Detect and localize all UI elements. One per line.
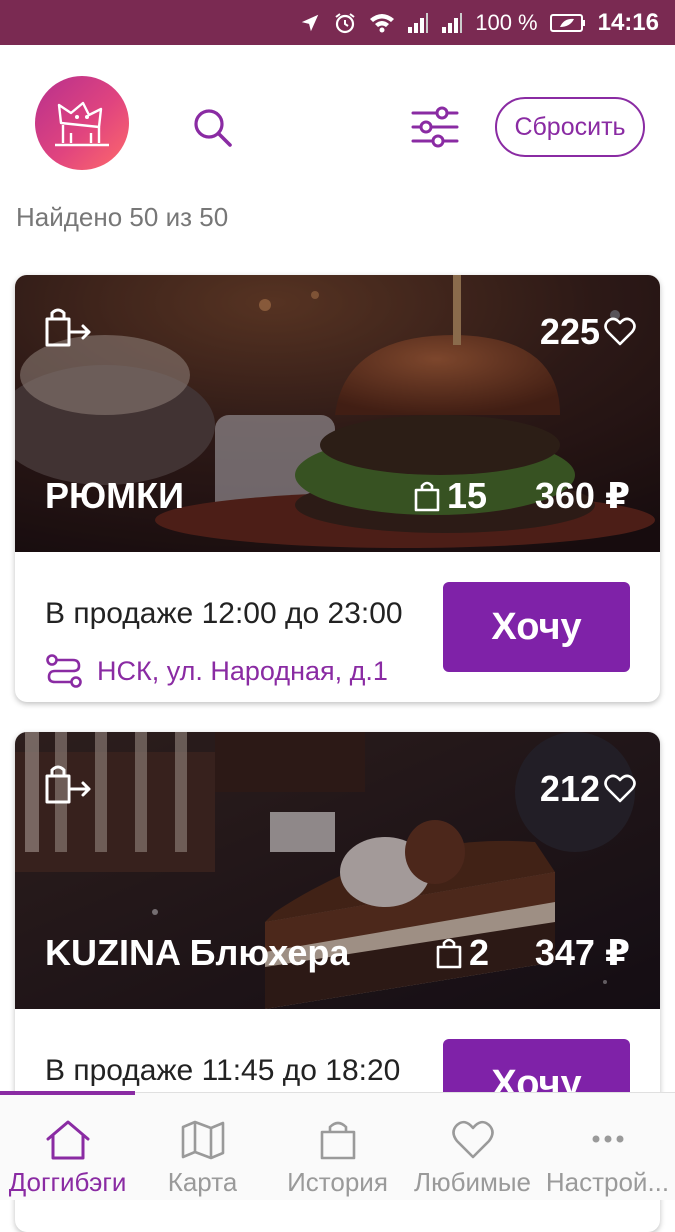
filter-button[interactable]: [410, 105, 460, 149]
nav-label: Любимые: [414, 1167, 531, 1197]
nav-item-favorites[interactable]: Любимые: [405, 1093, 540, 1201]
more-icon: [592, 1135, 623, 1143]
nav-label: Карта: [167, 1167, 238, 1197]
map-icon: [181, 1120, 224, 1160]
bag-icon: [320, 1121, 355, 1160]
location-arrow-icon: [299, 12, 321, 34]
nav-label: Доггибэги: [8, 1167, 127, 1197]
heart-icon: [604, 317, 636, 346]
dog-logo-icon: [55, 101, 109, 147]
likes[interactable]: 225: [540, 311, 636, 353]
bag-icon: [414, 481, 440, 512]
quantity-value: 2: [469, 932, 490, 973]
search-button[interactable]: [190, 105, 234, 149]
price: 360 ₽: [534, 475, 630, 516]
clock: 14:16: [597, 8, 659, 36]
sale-hours: В продаже 11:45 до 18:20: [45, 1054, 401, 1087]
quantity: 2: [435, 932, 489, 974]
results-count: Найдено 50 из 50: [16, 202, 229, 232]
route-icon: [46, 654, 82, 688]
likes-count: 225: [539, 311, 600, 352]
nav-item-settings[interactable]: Настрой...: [540, 1093, 675, 1201]
sale-hours: В продаже 12:00 до 23:00: [45, 597, 403, 630]
nav-label: История: [287, 1167, 388, 1197]
search-icon: [194, 109, 232, 147]
signal-icon: [407, 12, 429, 34]
battery-percent: 100 %: [475, 9, 538, 35]
want-button[interactable]: Хочу: [443, 582, 630, 672]
nav-label: Настрой...: [545, 1167, 670, 1197]
sliders-icon: [411, 106, 459, 148]
top-bar: Сбросить: [0, 45, 675, 205]
battery-icon: [549, 13, 586, 33]
nav-item-doggybags[interactable]: Доггибэги: [0, 1093, 135, 1201]
nav-item-history[interactable]: История: [270, 1093, 405, 1201]
offer-card[interactable]: 225 РЮМКИ 15 360 ₽ В продаже 12:00 до 23…: [15, 275, 660, 702]
likes-count: 212: [539, 768, 600, 809]
price: 347 ₽: [534, 932, 630, 973]
heart-icon: [604, 774, 636, 803]
address[interactable]: НСК, ул. Народная, д.1: [45, 653, 388, 689]
signal-icon: [441, 12, 463, 34]
bottom-navigation: Доггибэги Карта История Любимые Настрой.…: [0, 1091, 675, 1201]
quantity-value: 15: [447, 475, 488, 516]
bag-icon: [436, 938, 462, 969]
alarm-icon: [333, 11, 357, 35]
takeaway-icon: [43, 307, 93, 349]
home-icon: [46, 1120, 89, 1160]
wifi-icon: [369, 12, 395, 34]
app-logo[interactable]: [35, 76, 129, 170]
heart-icon: [451, 1120, 494, 1159]
takeaway-icon: [43, 764, 93, 806]
status-bar: 100 % 14:16: [0, 0, 675, 45]
venue-title: РЮМКИ: [45, 475, 184, 516]
likes[interactable]: 212: [540, 768, 636, 810]
nav-item-map[interactable]: Карта: [135, 1093, 270, 1201]
address-text: НСК, ул. Народная, д.1: [97, 655, 388, 686]
reset-button[interactable]: Сбросить: [495, 97, 645, 157]
venue-title: KUZINA Блюхера: [45, 932, 350, 973]
quantity: 15: [413, 475, 487, 517]
